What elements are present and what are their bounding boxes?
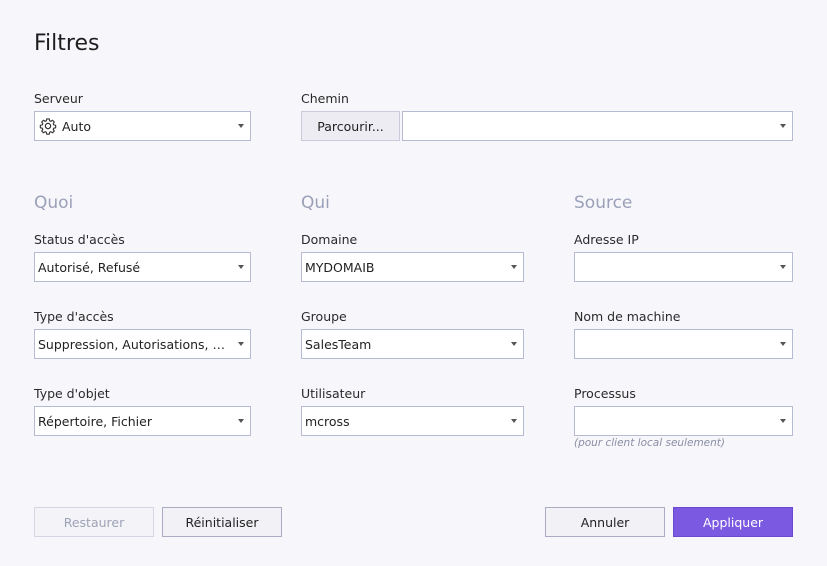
section-what: Quoi xyxy=(34,193,74,213)
chevron-down-icon xyxy=(780,419,786,423)
access-type-value: Suppression, Autorisations, Ecriture xyxy=(38,336,232,352)
chevron-down-icon xyxy=(238,265,244,269)
path-label: Chemin xyxy=(301,91,349,106)
access-type-select[interactable]: Suppression, Autorisations, Ecriture xyxy=(34,329,251,359)
chevron-down-icon xyxy=(780,265,786,269)
access-status-label: Status d'accès xyxy=(34,232,125,247)
object-type-select[interactable]: Répertoire, Fichier xyxy=(34,406,251,436)
apply-button[interactable]: Appliquer xyxy=(673,507,793,537)
chevron-down-icon xyxy=(780,342,786,346)
reset-button[interactable]: Réinitialiser xyxy=(162,507,282,537)
group-value: SalesTeam xyxy=(305,336,372,352)
object-type-label: Type d'objet xyxy=(34,386,110,401)
server-label: Serveur xyxy=(34,91,83,106)
gear-icon xyxy=(39,118,57,135)
page-title: Filtres xyxy=(34,31,100,56)
section-who: Qui xyxy=(301,193,330,213)
user-value: mcross xyxy=(305,413,350,429)
chevron-down-icon xyxy=(511,419,517,423)
object-type-value: Répertoire, Fichier xyxy=(38,413,152,429)
browse-button[interactable]: Parcourir... xyxy=(301,111,400,141)
ip-select[interactable] xyxy=(574,252,793,282)
chevron-down-icon xyxy=(511,342,517,346)
machine-select[interactable] xyxy=(574,329,793,359)
domain-value: MYDOMAIB xyxy=(305,259,375,275)
section-source: Source xyxy=(574,193,633,213)
process-hint: (pour client local seulement) xyxy=(574,437,725,449)
ip-label: Adresse IP xyxy=(574,232,639,247)
access-type-label: Type d'accès xyxy=(34,309,114,324)
cancel-button[interactable]: Annuler xyxy=(545,507,665,537)
chevron-down-icon xyxy=(238,342,244,346)
access-status-value: Autorisé, Refusé xyxy=(38,259,141,275)
chevron-down-icon xyxy=(238,419,244,423)
restore-button[interactable]: Restaurer xyxy=(34,507,154,537)
group-select[interactable]: SalesTeam xyxy=(301,329,524,359)
access-status-select[interactable]: Autorisé, Refusé xyxy=(34,252,251,282)
machine-label: Nom de machine xyxy=(574,309,681,324)
domain-label: Domaine xyxy=(301,232,358,247)
chevron-down-icon xyxy=(511,265,517,269)
domain-select[interactable]: MYDOMAIB xyxy=(301,252,524,282)
process-select[interactable] xyxy=(574,406,793,436)
user-label: Utilisateur xyxy=(301,386,366,401)
user-select[interactable]: mcross xyxy=(301,406,524,436)
chevron-down-icon xyxy=(238,124,244,128)
path-select[interactable] xyxy=(402,111,793,141)
process-label: Processus xyxy=(574,386,636,401)
group-label: Groupe xyxy=(301,309,347,324)
chevron-down-icon xyxy=(780,124,786,128)
server-select[interactable]: Auto xyxy=(34,111,251,141)
server-value: Auto xyxy=(62,118,92,134)
